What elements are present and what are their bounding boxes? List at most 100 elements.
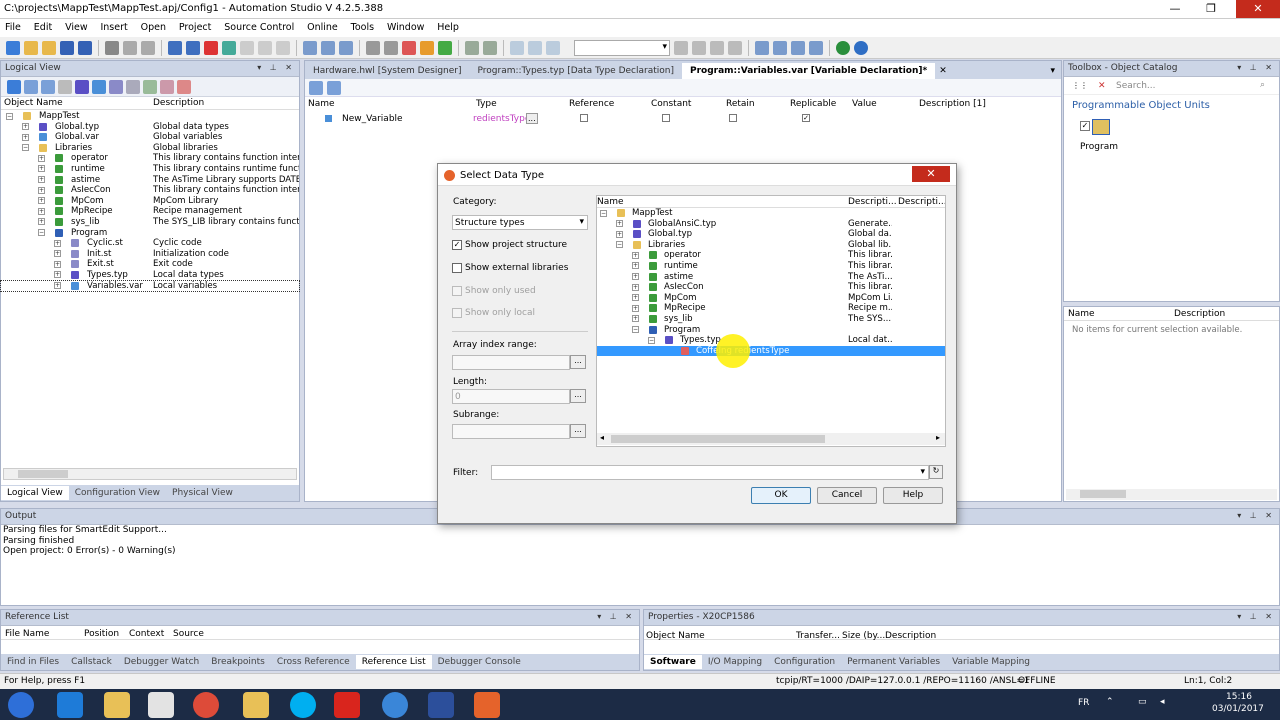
toolbar-icon[interactable] [143, 79, 157, 94]
tree-row-selected[interactable]: CoffeIng redientsType [597, 345, 945, 357]
tab-logical-view[interactable]: Logical View [1, 486, 69, 500]
column-value[interactable]: Value [852, 99, 877, 109]
tree-row[interactable]: − Types.typ Local dat... [597, 335, 945, 346]
column-file-name[interactable]: File Name [5, 629, 49, 639]
toolbar-icon[interactable] [58, 79, 72, 94]
toolbox-search-input[interactable]: Search... [1116, 81, 1156, 91]
menu-project[interactable]: Project [174, 19, 217, 36]
arrow-up-icon[interactable] [773, 40, 787, 55]
menu-open[interactable]: Open [136, 19, 171, 36]
menu-insert[interactable]: Insert [95, 19, 132, 36]
help-icon[interactable] [854, 40, 868, 55]
filter-icon[interactable]: ⋮⋮ [1072, 81, 1088, 90]
internet-explorer-icon[interactable] [57, 692, 83, 718]
tree-row[interactable]: + MpCom MpCom Library [1, 196, 299, 207]
tree-row[interactable]: +AsIecConThis librar... [597, 282, 945, 293]
menu-source-control[interactable]: Source Control [219, 19, 299, 36]
scrollbar-thumb[interactable] [611, 435, 825, 443]
menu-edit[interactable]: Edit [29, 19, 57, 36]
show-project-structure-checkbox[interactable]: ✓ [452, 240, 462, 250]
subrange-input[interactable] [452, 424, 570, 439]
toolbar-icon[interactable] [160, 79, 174, 94]
tree-column-name[interactable]: Name [597, 197, 624, 207]
replace-icon[interactable] [222, 40, 236, 55]
arrow-up-icon[interactable] [755, 40, 769, 55]
column-description[interactable]: Description [1174, 309, 1225, 319]
tree-row[interactable]: + GlobalAnsiC.typ Generate... [597, 219, 945, 230]
tab-permanent-variables[interactable]: Permanent Variables [841, 655, 946, 669]
column-object-name[interactable]: Object Name [4, 98, 63, 108]
file-explorer-icon[interactable] [104, 692, 130, 718]
toolbar-icon[interactable] [92, 79, 106, 94]
scroll-left-icon[interactable]: ◂ [600, 433, 604, 442]
tree-row[interactable]: + Cyclic.st Cyclic code [1, 238, 299, 249]
tab-types[interactable]: Program::Types.typ [Data Type Declaratio… [470, 63, 682, 79]
tab-cross-reference[interactable]: Cross Reference [271, 655, 356, 669]
help-button[interactable]: Help [883, 487, 943, 504]
array-index-browse-button[interactable]: ... [570, 355, 586, 369]
toolbox-item-program[interactable]: Program [1080, 142, 1118, 152]
tab-configuration-view[interactable]: Configuration View [69, 486, 166, 500]
column-source[interactable]: Source [173, 629, 204, 639]
filter-apply-icon[interactable]: ↻ [929, 465, 943, 479]
tree-row[interactable]: − MappTest [1, 111, 299, 122]
type-browse-button[interactable]: ... [526, 113, 538, 124]
undo-icon[interactable] [168, 40, 182, 55]
settings-icon[interactable] [465, 40, 479, 55]
length-input[interactable]: 0 [452, 389, 570, 404]
add-variable-icon[interactable] [309, 80, 323, 95]
cut-icon[interactable] [105, 40, 119, 55]
clock-date[interactable]: 03/01/2017 [1212, 704, 1264, 714]
copy-icon[interactable] [123, 40, 137, 55]
window-icon[interactable] [510, 40, 524, 55]
reference-checkbox[interactable] [580, 114, 588, 122]
help-icon[interactable] [382, 692, 408, 718]
toolbar-icon[interactable] [41, 79, 55, 94]
toolbar-icon[interactable] [7, 79, 21, 94]
tab-physical-view[interactable]: Physical View [166, 486, 239, 500]
start-button-icon[interactable] [8, 692, 34, 718]
window-icon[interactable] [546, 40, 560, 55]
toolbar-icon[interactable] [710, 40, 724, 55]
tree-row[interactable]: − Program [1, 228, 299, 239]
search-icon[interactable] [366, 40, 380, 55]
column-context[interactable]: Context [129, 629, 164, 639]
automation-studio-icon[interactable] [474, 692, 500, 718]
tab-software[interactable]: Software [644, 655, 702, 669]
length-browse-button[interactable]: ... [570, 389, 586, 403]
column-replicable[interactable]: Replicable [790, 99, 836, 109]
replicable-checkbox[interactable]: ✓ [802, 114, 810, 122]
menu-online[interactable]: Online [302, 19, 343, 36]
arrow-up-icon[interactable] [791, 40, 805, 55]
transfer-icon[interactable] [420, 40, 434, 55]
tree-row[interactable]: + sys_lib The SYS_LIB library contains fun… [1, 217, 299, 228]
column-reference[interactable]: Reference [569, 99, 614, 109]
tab-variables[interactable]: Program::Variables.var [Variable Declara… [681, 63, 936, 79]
minimize-button[interactable]: — [1160, 0, 1190, 18]
subrange-browse-button[interactable]: ... [570, 424, 586, 438]
toolbar-icon[interactable] [177, 79, 191, 94]
delete-icon[interactable] [204, 40, 218, 55]
tab-breakpoints[interactable]: Breakpoints [205, 655, 271, 669]
redo-icon[interactable] [186, 40, 200, 55]
tree-row[interactable]: + astime The AsTime Library supports DATE_ [1, 175, 299, 186]
toolbar-icon[interactable] [24, 79, 38, 94]
clock-time[interactable]: 15:16 [1226, 692, 1252, 702]
horizontal-scrollbar[interactable]: ◂ ▸ [597, 433, 945, 445]
tree-row[interactable]: − Libraries Global lib... [597, 240, 945, 251]
tree-row[interactable]: + MpRecipe Recipe m... [597, 303, 945, 314]
scrollbar-thumb[interactable] [1080, 490, 1126, 498]
online-icon[interactable] [836, 40, 850, 55]
tree-row[interactable]: + runtime This library contains runtime fu… [1, 164, 299, 175]
toolbar-icon[interactable] [75, 79, 89, 94]
tab-configuration[interactable]: Configuration [768, 655, 841, 669]
column-name[interactable]: Name [308, 99, 335, 109]
tab-reference-list[interactable]: Reference List [355, 655, 432, 669]
toolbar-icon[interactable] [126, 79, 140, 94]
menu-tools[interactable]: Tools [346, 19, 379, 36]
category-select[interactable]: Structure types ▾ [452, 215, 588, 230]
clear-filter-icon[interactable]: ✕ [1098, 81, 1106, 91]
media-player-icon[interactable] [148, 692, 174, 718]
column-description[interactable]: Description [885, 631, 936, 641]
program-icon[interactable] [1092, 119, 1110, 135]
